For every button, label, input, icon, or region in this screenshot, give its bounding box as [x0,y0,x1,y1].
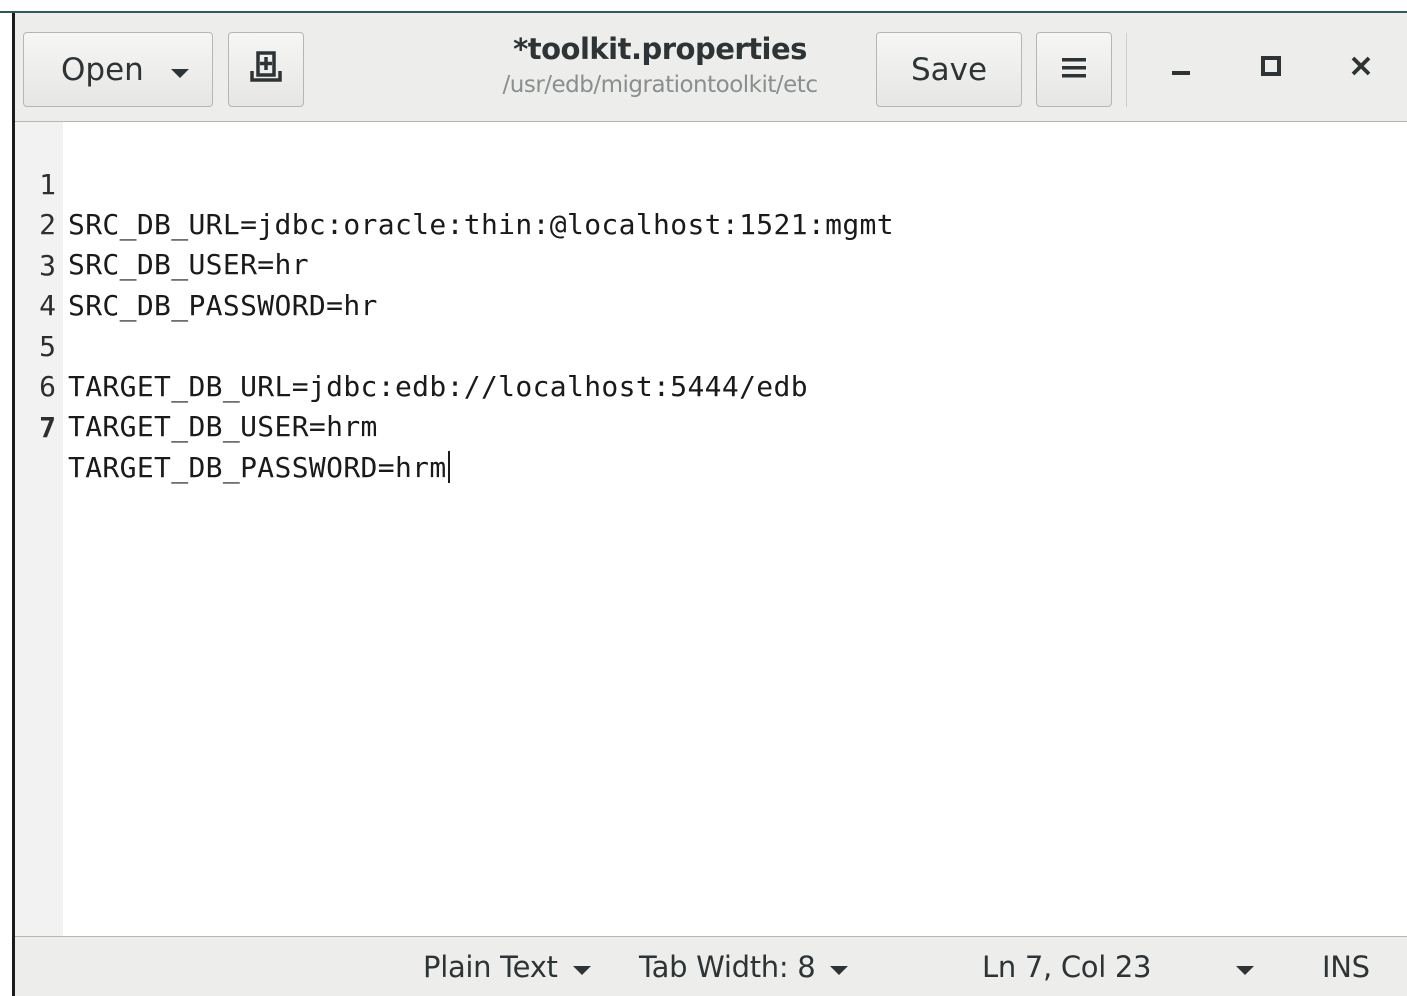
text-editor-window: Open *toolkit.properties /usr/edb/migrat… [0,0,1407,996]
position-dropdown[interactable] [1235,947,1255,987]
code-line: 1 SRC_DB_URL=jdbc:oracle:thin:@localhost… [15,125,1407,241]
language-selector[interactable]: Plain Text [423,947,592,987]
code-line: 2 SRC_DB_USER=hr [15,165,1407,281]
chevron-down-icon [1235,947,1255,987]
header-bar: Open *toolkit.properties /usr/edb/migrat… [15,13,1407,122]
new-document-icon [248,49,284,91]
chevron-down-icon [829,947,849,987]
minimize-button[interactable] [1156,43,1206,93]
code-line-current: 7 TARGET_DB_PASSWORD=hrm [15,368,1407,484]
open-button[interactable]: Open [23,32,213,107]
chevron-down-icon [572,947,592,987]
minimize-icon [1170,55,1192,81]
tab-width-label: Tab Width: 8 [639,950,816,984]
menu-button[interactable] [1036,32,1112,107]
line-text-current: TARGET_DB_PASSWORD=hrm [68,448,450,488]
text-cursor [447,451,450,483]
save-button-label: Save [910,51,988,88]
document-path: /usr/edb/migrationtoolkit/etc [502,72,818,98]
close-button[interactable] [1336,43,1386,93]
cursor-position: Ln 7, Col 23 [982,947,1152,987]
window-top-edge [0,0,1407,13]
open-button-label: Open [61,51,144,88]
chevron-down-icon [170,52,190,88]
close-icon [1350,55,1372,81]
maximize-icon [1260,55,1282,81]
insert-mode-label: INS [1322,950,1370,984]
code-line: 3 SRC_DB_PASSWORD=hr [15,206,1407,322]
text-editor-area[interactable]: 1 SRC_DB_URL=jdbc:oracle:thin:@localhost… [15,122,1407,936]
save-button[interactable]: Save [876,32,1022,107]
insert-mode-indicator[interactable]: INS [1322,947,1370,987]
code-line: 5 TARGET_DB_URL=jdbc:edb://localhost:544… [15,287,1407,403]
status-bar: Plain Text Tab Width: 8 Ln 7, Col 23 INS [15,936,1407,996]
header-separator [1126,33,1127,107]
code-line: 4 [15,246,1407,322]
hamburger-menu-icon [1061,52,1087,88]
language-label: Plain Text [423,950,558,984]
cursor-position-label: Ln 7, Col 23 [982,950,1152,984]
code-line: 6 TARGET_DB_USER=hrm [15,327,1407,443]
line-number-current: 7 [39,411,56,444]
line-text: TARGET_DB_PASSWORD=hrm [68,451,447,484]
tab-width-selector[interactable]: Tab Width: 8 [639,947,849,987]
new-document-button[interactable] [228,32,304,107]
maximize-button[interactable] [1246,43,1296,93]
title-area: *toolkit.properties /usr/edb/migrationto… [455,29,865,109]
document-title: *toolkit.properties [513,32,807,66]
